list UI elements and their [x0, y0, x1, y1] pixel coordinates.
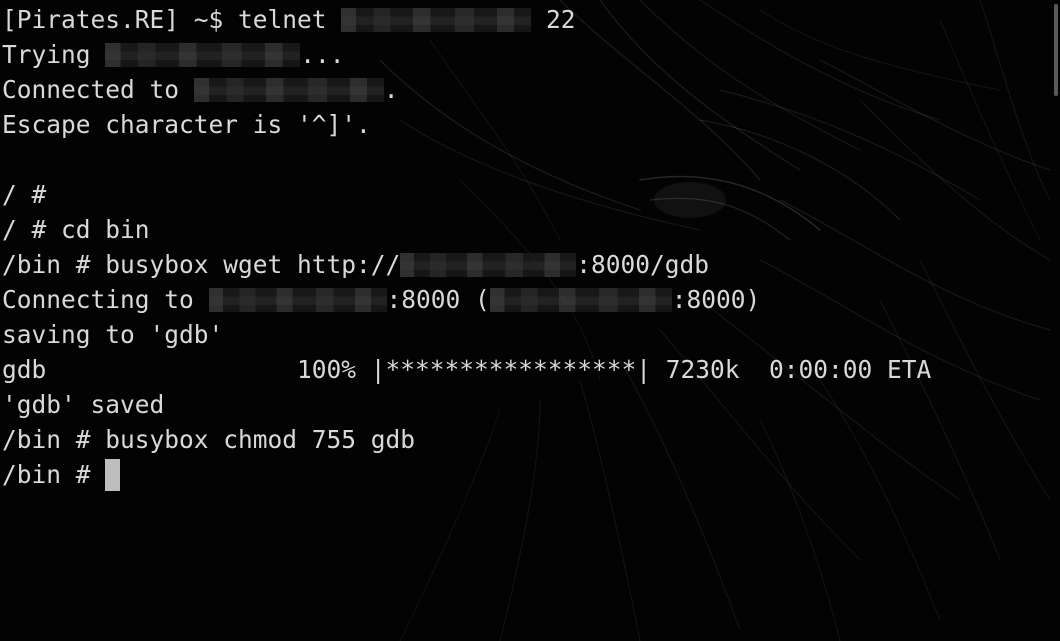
terminal-line: Escape character is '^]'.: [2, 107, 1052, 142]
redacted-host: [193, 77, 384, 102]
redacted-ip: [400, 252, 577, 277]
trying-prefix: Trying: [2, 40, 106, 69]
cd-bin-line: / # cd bin: [2, 215, 150, 244]
saving-line: saving to 'gdb': [2, 320, 224, 349]
terminal-line: Connecting to :8000 ( :8000): [2, 282, 1052, 317]
connecting-prefix: Connecting to: [2, 285, 209, 314]
current-prompt: /bin #: [2, 460, 106, 489]
terminal-output[interactable]: [Pirates.RE] ~$ telnet 22 Trying ... Con…: [2, 2, 1052, 492]
connecting-suffix: :8000): [671, 285, 761, 314]
terminal-line: Connected to .: [2, 72, 1052, 107]
trying-suffix: ...: [300, 40, 345, 69]
chmod-line: /bin # busybox chmod 755 gdb: [2, 425, 416, 454]
terminal-line: Trying ...: [2, 37, 1052, 72]
redacted-ip: [208, 287, 387, 312]
escape-char-line: Escape character is '^]'.: [2, 110, 371, 139]
scrollbar[interactable]: [1052, 0, 1060, 641]
connected-prefix: Connected to: [2, 75, 194, 104]
connected-suffix: .: [383, 75, 399, 104]
terminal-line: / # cd bin: [2, 212, 1052, 247]
telnet-port: 22: [531, 5, 576, 34]
terminal-line: /bin # busybox chmod 755 gdb: [2, 422, 1052, 457]
terminal-line: saving to 'gdb': [2, 317, 1052, 352]
redacted-ip: [341, 7, 532, 32]
redacted-ip: [489, 287, 672, 312]
redacted-ip: [105, 42, 301, 67]
terminal-line: gdb 100% |*****************| 7230k 0:00:…: [2, 352, 1052, 387]
terminal-line: 'gdb' saved: [2, 387, 1052, 422]
scrollbar-thumb[interactable]: [1054, 4, 1058, 96]
wget-command-suffix: :8000/gdb: [576, 250, 710, 279]
wget-command-prefix: /bin # busybox wget http://: [2, 250, 401, 279]
terminal-line: [Pirates.RE] ~$ telnet 22: [2, 2, 1052, 37]
terminal-line: /bin # busybox wget http:// :8000/gdb: [2, 247, 1052, 282]
telnet-command-prefix: [Pirates.RE] ~$ telnet: [2, 5, 342, 34]
terminal-window[interactable]: [Pirates.RE] ~$ telnet 22 Trying ... Con…: [0, 0, 1060, 641]
terminal-line: / #: [2, 177, 1052, 212]
saved-line: 'gdb' saved: [2, 390, 165, 419]
download-progress-line: gdb 100% |*****************| 7230k 0:00:…: [2, 355, 932, 384]
root-prompt-line: / #: [2, 180, 47, 209]
text-cursor[interactable]: [105, 458, 121, 491]
connecting-middle: :8000 (: [386, 285, 490, 314]
terminal-line: /bin #: [2, 457, 1052, 492]
